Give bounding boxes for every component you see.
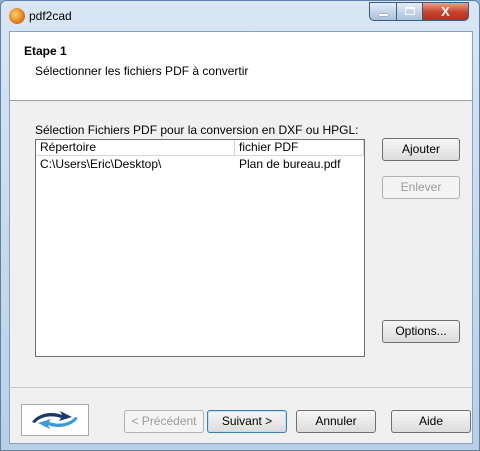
minimize-button[interactable]: [369, 2, 397, 21]
next-button[interactable]: Suivant >: [207, 410, 287, 433]
help-button[interactable]: Aide: [391, 410, 471, 433]
close-icon: X: [441, 4, 450, 19]
file-list-header: Répertoire fichier PDF: [36, 140, 364, 156]
file-list-row[interactable]: C:\Users\Eric\Desktop\ Plan de bureau.pd…: [36, 157, 364, 172]
file-list[interactable]: Répertoire fichier PDF C:\Users\Eric\Des…: [35, 139, 365, 357]
footer-divider: [10, 387, 472, 388]
row-pdf-file: Plan de bureau.pdf: [239, 157, 341, 171]
add-button[interactable]: Ajouter: [382, 138, 460, 161]
app-window: pdf2cad X Etape 1 Sélectionner les fichi…: [0, 0, 480, 451]
logo-arrows-icon: [32, 411, 78, 429]
maximize-button[interactable]: [396, 2, 423, 21]
row-directory: C:\Users\Eric\Desktop\: [40, 157, 162, 171]
step-title: Etape 1: [24, 44, 67, 58]
file-list-label: Sélection Fichiers PDF pour la conversio…: [35, 123, 359, 137]
app-icon: [9, 8, 25, 24]
remove-button[interactable]: Enlever: [382, 176, 460, 199]
column-header-directory[interactable]: Répertoire: [36, 140, 235, 155]
window-title: pdf2cad: [29, 9, 72, 23]
step-description: Sélectionner les fichiers PDF à converti…: [35, 64, 249, 78]
wizard-header: Etape 1 Sélectionner les fichiers PDF à …: [10, 32, 472, 101]
close-button[interactable]: X: [422, 2, 469, 21]
previous-button[interactable]: < Précédent: [124, 410, 204, 433]
minimize-icon: [379, 14, 388, 16]
cancel-button[interactable]: Annuler: [296, 410, 376, 433]
wizard-panel: Etape 1 Sélectionner les fichiers PDF à …: [9, 31, 473, 444]
title-bar[interactable]: pdf2cad X: [1, 1, 479, 31]
pdf2cad-logo: [21, 404, 89, 436]
options-button[interactable]: Options...: [382, 320, 460, 343]
column-header-pdf-file[interactable]: fichier PDF: [235, 140, 364, 155]
maximize-icon: [405, 7, 415, 15]
